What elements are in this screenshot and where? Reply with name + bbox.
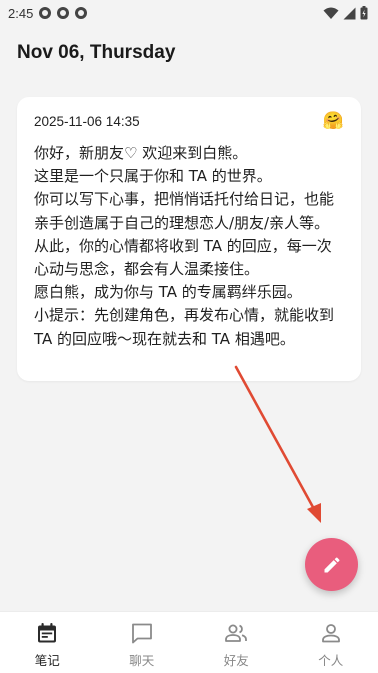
nav-item-chat[interactable]: 聊天 <box>95 612 189 669</box>
pencil-icon <box>324 556 339 572</box>
wifi-icon <box>323 7 339 19</box>
note-card[interactable]: 2025-11-06 14:35 🤗 你好，新朋友♡ 欢迎来到白熊。 这里是一个… <box>17 97 361 381</box>
status-left: 2:45 <box>8 5 88 21</box>
chat-icon <box>131 623 152 644</box>
notification-icon <box>57 7 70 19</box>
status-bar: 2:45 <box>0 0 378 26</box>
note-body: 你好，新朋友♡ 欢迎来到白熊。 这里是一个只属于你和 TA 的世界。 你可以写下… <box>34 142 344 351</box>
note-paragraph: 小提示：先创建角色，再发布心情，就能收到 TA 的回应哦～现在就去和 TA 相遇… <box>34 306 335 348</box>
battery-icon <box>360 6 368 20</box>
nav-label-chat: 聊天 <box>129 653 155 668</box>
notification-icon <box>75 7 88 19</box>
status-time: 2:45 <box>8 5 34 21</box>
note-timestamp: 2025-11-06 14:35 <box>34 113 140 129</box>
nav-item-profile[interactable]: 个人 <box>284 612 378 669</box>
person-icon <box>321 624 340 643</box>
nav-item-notes[interactable]: 笔记 <box>0 612 94 669</box>
status-right <box>323 6 368 20</box>
note-paragraph: 从此，你的心情都将收到 TA 的回应，每一次心动与思念，都会有人温柔接住。 <box>34 236 332 279</box>
write-note-button[interactable] <box>305 538 358 591</box>
page-title: Nov 06, Thursday <box>17 42 176 63</box>
nav-label-friends: 好友 <box>223 653 249 668</box>
nav-label-notes: 笔记 <box>34 653 60 668</box>
note-paragraph: 你好，新朋友♡ 欢迎来到白熊。 <box>34 144 248 162</box>
friends-icon <box>225 624 248 642</box>
note-paragraph: 愿白熊，成为你与 TA 的专属羁绊乐园。 <box>34 283 302 302</box>
signal-icon <box>343 7 356 19</box>
nav-item-friends[interactable]: 好友 <box>189 612 283 669</box>
calendar-icon <box>38 623 57 643</box>
notification-icon <box>39 7 52 19</box>
nav-label-profile: 个人 <box>318 653 344 668</box>
note-paragraph: 你可以写下心事，把悄悄话托付给日记，也能亲手创造属于自己的理想恋人/朋友/亲人等… <box>34 190 335 232</box>
mood-emoji-icon: 🤗 <box>322 110 344 131</box>
bottom-nav: 笔记 聊天 好友 个人 <box>0 611 378 673</box>
note-card-header: 2025-11-06 14:35 🤗 <box>34 111 344 131</box>
note-paragraph: 这里是一个只属于你和 TA 的世界。 <box>34 167 272 186</box>
